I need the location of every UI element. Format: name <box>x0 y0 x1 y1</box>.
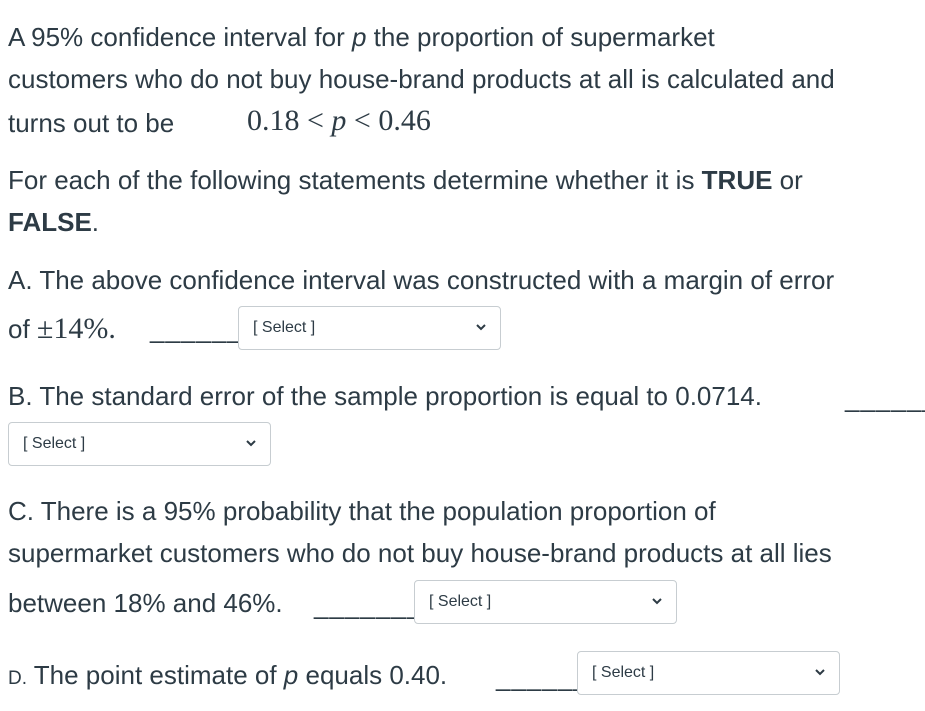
interval-low: 0.18 < <box>247 104 332 137</box>
chevron-down-icon <box>652 598 662 605</box>
variable-p: p <box>283 660 299 690</box>
question-d-blank: ______ <box>496 662 589 692</box>
intro-text: A 95% confidence interval for <box>8 22 352 52</box>
margin-formula: ±14%. <box>36 312 116 345</box>
question-d-text: The point estimate of <box>33 660 284 690</box>
instructions-line-2: FALSE. <box>8 207 99 238</box>
question-d-select[interactable]: [ Select ] <box>577 651 840 695</box>
period: . <box>91 207 100 237</box>
question-c-blank: _______ <box>314 590 423 620</box>
instructions-or: or <box>772 165 803 195</box>
question-c-line-1: C. There is a 95% probability that the p… <box>8 496 716 526</box>
interval-var: p <box>331 104 347 137</box>
instructions-line-1: For each of the following statements det… <box>8 165 803 196</box>
question-d-letter: D. <box>8 668 27 689</box>
chevron-down-icon <box>476 324 486 331</box>
question-d-text: equals 0.40. <box>298 660 448 690</box>
question-a-line-2: of ±14%. <box>8 312 116 346</box>
question-a-text: of <box>8 314 37 344</box>
chevron-down-icon <box>246 440 256 447</box>
select-value: [ Select ] <box>253 319 316 336</box>
question-a-select[interactable]: [ Select ] <box>238 306 501 350</box>
chevron-down-icon <box>815 669 825 676</box>
question-c-line-2: supermarket customers who do not buy hou… <box>8 538 832 568</box>
intro-line-3: turns out to be <box>8 108 175 138</box>
interval-high: < 0.46 <box>346 104 431 137</box>
question-b-select[interactable]: [ Select ] <box>8 422 271 466</box>
variable-p: p <box>351 22 367 52</box>
false-word: FALSE <box>8 207 92 237</box>
question-b-line-1: B. The standard error of the sample prop… <box>8 381 762 411</box>
question-d-line-1: D. The point estimate of p equals 0.40. <box>8 660 447 691</box>
intro-line-2: customers who do not buy house-brand pro… <box>8 64 835 94</box>
true-word: TRUE <box>701 165 773 195</box>
interval-formula: 0.18 < p < 0.46 <box>247 104 431 138</box>
intro-line-1: A 95% confidence interval for p the prop… <box>8 22 715 53</box>
question-a-blank: ______ <box>150 314 243 344</box>
instructions-text: For each of the following statements det… <box>8 165 702 195</box>
question-c-select[interactable]: [ Select ] <box>414 580 677 624</box>
select-value: [ Select ] <box>592 664 655 681</box>
select-value: [ Select ] <box>429 593 492 610</box>
select-value: [ Select ] <box>23 435 86 452</box>
question-a-line-1: A. The above confidence interval was con… <box>8 265 835 295</box>
question-c-line-3: between 18% and 46%. <box>8 588 283 618</box>
intro-text: the proportion of supermarket <box>366 22 715 52</box>
question-b-blank: ______ <box>845 383 925 413</box>
